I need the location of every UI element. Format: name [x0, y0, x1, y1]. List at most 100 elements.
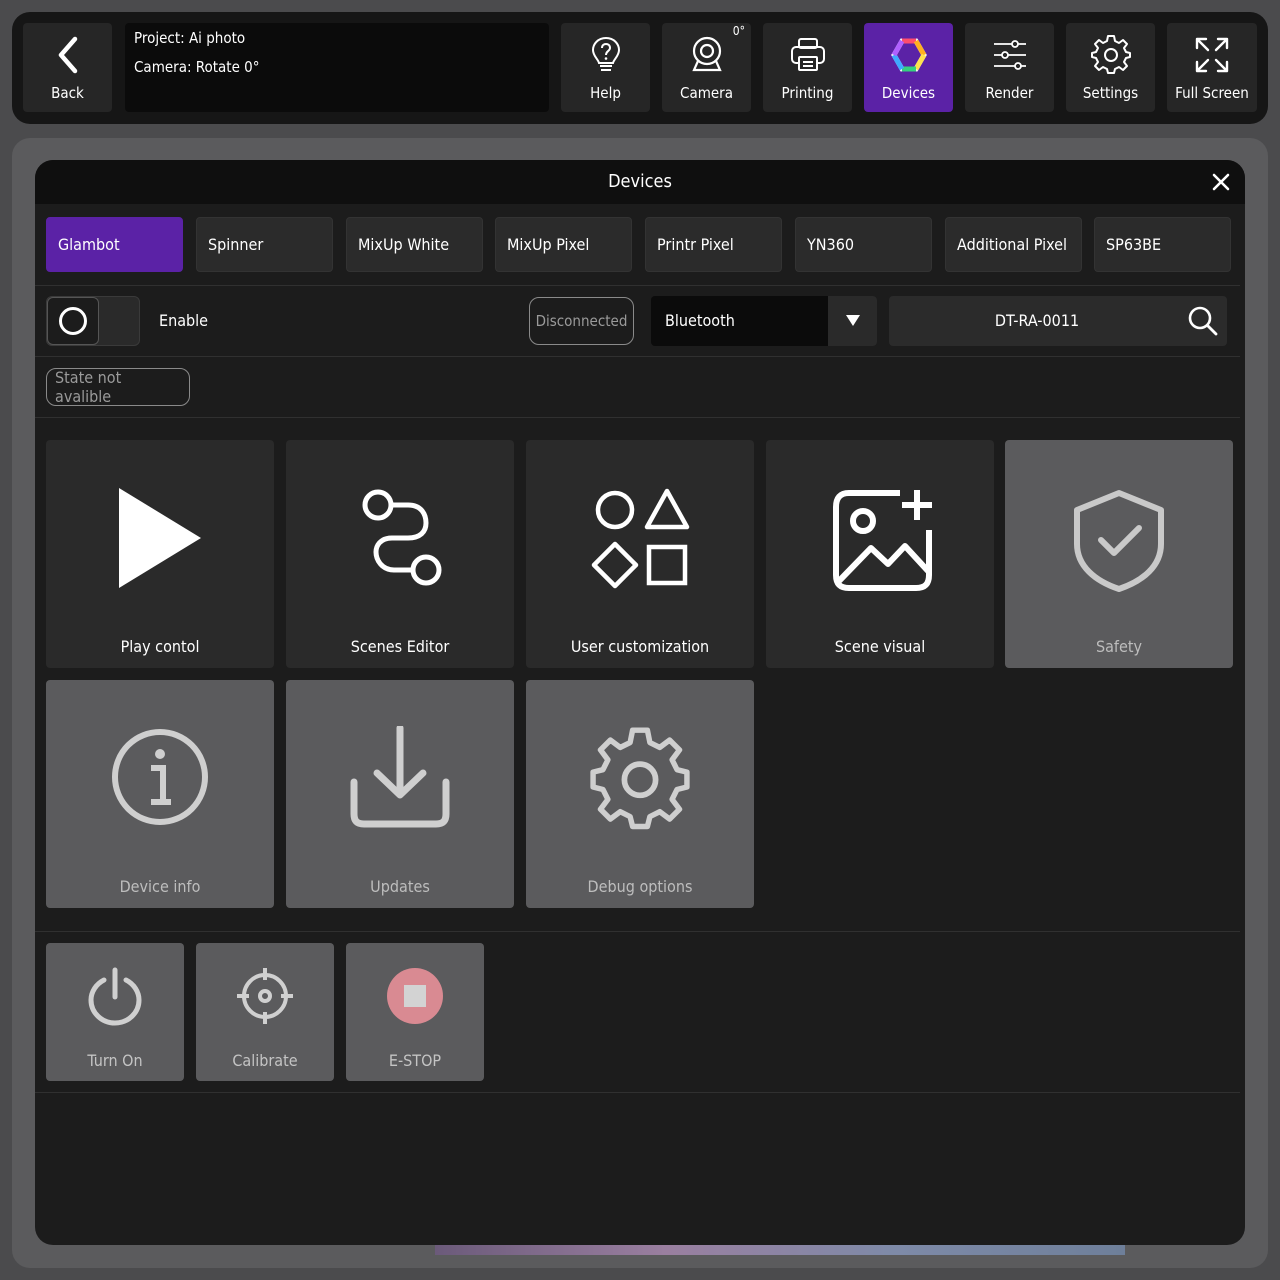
tile-scene-visual[interactable]: Scene visual: [766, 440, 994, 668]
tile-label: Play contol: [120, 637, 200, 656]
sliders-icon: [993, 40, 1026, 70]
connection-type-select[interactable]: Bluetooth: [651, 296, 877, 346]
turn-on-button[interactable]: Turn On: [46, 943, 184, 1081]
modal-title: Devices: [608, 171, 672, 192]
camera-line: Camera: Rotate 0°: [134, 58, 260, 76]
action-label: Calibrate: [232, 1051, 298, 1070]
back-button[interactable]: Back: [23, 23, 112, 112]
tile-label: Scenes Editor: [350, 637, 450, 656]
info-icon: [112, 729, 208, 825]
caret-down-icon: [846, 315, 860, 326]
tile-play-control[interactable]: Play contol: [46, 440, 274, 668]
webcam-icon: [691, 36, 722, 72]
e-stop-button[interactable]: E-STOP: [346, 943, 484, 1081]
tile-updates[interactable]: Updates: [286, 680, 514, 908]
fullscreen-icon: [1195, 37, 1229, 73]
camera-rotation-badge: 0°: [732, 24, 745, 38]
tab-sp63be[interactable]: SP63BE: [1094, 217, 1231, 272]
devices-modal: Devices Glambot Spinner MixUp White MixU…: [35, 160, 1245, 1245]
route-path-icon: [362, 489, 442, 586]
shapes-icon: [591, 488, 690, 589]
printing-label: Printing: [781, 84, 834, 102]
tab-label: MixUp White: [358, 235, 450, 254]
devices-button[interactable]: Devices: [864, 23, 953, 112]
add-image-icon: [833, 490, 932, 591]
tile-label: Updates: [370, 877, 430, 896]
enable-toggle[interactable]: [46, 296, 140, 346]
device-id-value: DT-RA-0011: [994, 311, 1080, 330]
settings-button[interactable]: Settings: [1066, 23, 1155, 112]
tab-label: Printr Pixel: [657, 235, 734, 254]
tile-label: Debug options: [587, 877, 693, 896]
tile-label: Scene visual: [834, 637, 926, 656]
background-strip: [435, 1245, 1125, 1255]
settings-label: Settings: [1082, 84, 1139, 102]
tab-mixup-pixel[interactable]: MixUp Pixel: [495, 217, 632, 272]
camera-label: Camera: [680, 84, 733, 102]
tab-label: SP63BE: [1106, 235, 1162, 254]
project-info-panel: Project: Ai photo Camera: Rotate 0°: [125, 23, 549, 112]
camera-button[interactable]: 0° Camera: [662, 23, 751, 112]
action-label: E-STOP: [388, 1051, 442, 1070]
lightbulb-help-icon: [591, 36, 620, 71]
divider: [35, 1092, 1240, 1093]
gear-icon: [1090, 35, 1131, 74]
calibrate-button[interactable]: Calibrate: [196, 943, 334, 1081]
modal-header: Devices: [35, 160, 1245, 204]
toggle-knob: [47, 297, 99, 345]
tab-label: Spinner: [208, 235, 264, 254]
devices-hexagon-icon: [890, 38, 927, 72]
help-button[interactable]: Help: [561, 23, 650, 112]
stop-icon: [387, 968, 443, 1024]
fullscreen-label: Full Screen: [1175, 84, 1249, 102]
tab-glambot[interactable]: Glambot: [46, 217, 183, 272]
tab-mixup-white[interactable]: MixUp White: [346, 217, 483, 272]
fullscreen-button[interactable]: Full Screen: [1167, 23, 1257, 112]
connection-type-value: Bluetooth: [665, 311, 735, 330]
tab-printr-pixel[interactable]: Printr Pixel: [645, 217, 782, 272]
tile-scenes-editor[interactable]: Scenes Editor: [286, 440, 514, 668]
connection-status-badge: Disconnected: [529, 297, 634, 345]
tab-label: YN360: [807, 235, 855, 254]
dropdown-arrow: [828, 296, 877, 346]
enable-label: Enable: [159, 311, 209, 330]
devices-label: Devices: [881, 84, 936, 102]
back-label: Back: [51, 84, 84, 102]
play-icon: [119, 488, 201, 588]
close-icon[interactable]: [1209, 170, 1233, 194]
tile-safety[interactable]: Safety: [1005, 440, 1233, 668]
render-label: Render: [985, 84, 1034, 102]
gear-icon: [590, 727, 690, 830]
divider: [35, 356, 1240, 357]
printer-icon: [790, 38, 825, 71]
device-state-badge: State not avalible: [46, 368, 190, 406]
power-icon: [88, 967, 142, 1026]
download-icon: [350, 726, 450, 828]
render-button[interactable]: Render: [965, 23, 1054, 112]
tile-debug-options[interactable]: Debug options: [526, 680, 754, 908]
tab-yn360[interactable]: YN360: [795, 217, 932, 272]
divider: [35, 417, 1240, 418]
search-icon[interactable]: [1187, 305, 1219, 337]
divider: [35, 285, 1240, 286]
tab-label: Glambot: [58, 235, 120, 254]
shield-check-icon: [1074, 490, 1164, 592]
printing-button[interactable]: Printing: [763, 23, 852, 112]
tile-label: User customization: [570, 637, 710, 656]
tile-device-info[interactable]: Device info: [46, 680, 274, 908]
tile-label: Device info: [119, 877, 201, 896]
top-toolbar: Back Project: Ai photo Camera: Rotate 0°…: [12, 12, 1268, 124]
divider: [35, 931, 1240, 932]
project-line: Project: Ai photo: [134, 29, 246, 47]
tab-spinner[interactable]: Spinner: [196, 217, 333, 272]
tab-label: Additional Pixel: [957, 235, 1068, 254]
crosshair-icon: [237, 968, 293, 1024]
chevron-left-icon: [58, 36, 77, 74]
tab-label: MixUp Pixel: [507, 235, 590, 254]
device-id-field[interactable]: DT-RA-0011: [889, 296, 1227, 346]
action-label: Turn On: [87, 1051, 143, 1070]
tab-additional-pixel[interactable]: Additional Pixel: [945, 217, 1082, 272]
tile-user-customization[interactable]: User customization: [526, 440, 754, 668]
help-label: Help: [590, 84, 621, 102]
tile-label: Safety: [1095, 637, 1143, 656]
